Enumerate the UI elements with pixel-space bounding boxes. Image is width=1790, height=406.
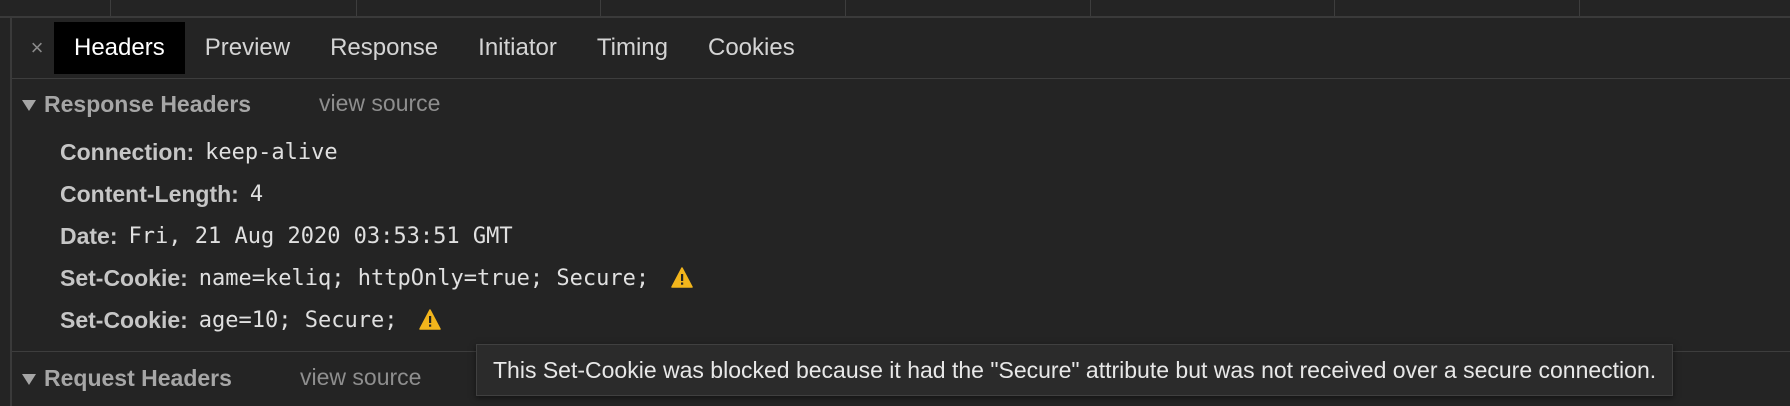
section-title: Response Headers [44, 90, 252, 117]
response-headers-toggle[interactable]: Response Headers [22, 87, 251, 121]
request-table-strip [0, 0, 1790, 18]
left-gutter[interactable] [0, 18, 12, 406]
triangle-down-icon [22, 373, 36, 385]
view-source-link[interactable]: view source [319, 90, 440, 117]
tab-timing[interactable]: Timing [577, 22, 688, 74]
request-headers-toggle[interactable]: Request Headers [22, 361, 232, 395]
header-row: Date: Fri, 21 Aug 2020 03:53:51 GMT [60, 219, 513, 253]
section-title: Request Headers [44, 364, 232, 391]
tab-headers[interactable]: Headers [54, 22, 185, 74]
header-value: name=keliq; httpOnly=true; Secure; [198, 265, 650, 291]
tab-preview[interactable]: Preview [185, 22, 310, 74]
column-divider [1090, 0, 1091, 16]
tab-initiator[interactable]: Initiator [458, 22, 577, 74]
warning-icon[interactable] [671, 267, 693, 289]
blocked-cookie-tooltip: This Set-Cookie was blocked because it h… [476, 344, 1674, 396]
view-source-link[interactable]: view source [300, 364, 421, 391]
tab-response[interactable]: Response [310, 22, 458, 74]
devtools-network-panel: × Headers Preview Response Initiator Tim… [0, 0, 1790, 406]
header-name: Set-Cookie: [60, 264, 188, 291]
header-value: 4 [249, 181, 264, 207]
header-name: Date: [60, 222, 118, 249]
header-name: Content-Length: [60, 180, 239, 207]
header-row: Set-Cookie: age=10; Secure; [60, 303, 442, 337]
tooltip-text: This Set-Cookie was blocked because it h… [493, 356, 1657, 383]
header-name: Connection: [60, 138, 195, 165]
column-divider [356, 0, 357, 16]
header-value: Fri, 21 Aug 2020 03:53:51 GMT [128, 223, 513, 249]
column-divider [1579, 0, 1580, 16]
header-row: Content-Length: 4 [60, 177, 263, 211]
column-divider [600, 0, 601, 16]
header-value: keep-alive [205, 139, 338, 165]
header-row: Set-Cookie: name=keliq; httpOnly=true; S… [60, 261, 693, 295]
header-row: Connection: keep-alive [60, 135, 338, 169]
column-divider [845, 0, 846, 16]
header-value: age=10; Secure; [198, 307, 398, 333]
warning-icon[interactable] [419, 309, 442, 331]
triangle-down-icon [22, 99, 36, 111]
column-divider [1334, 0, 1335, 16]
column-divider [110, 0, 111, 16]
details-tab-bar: × Headers Preview Response Initiator Tim… [12, 18, 1790, 79]
close-icon[interactable]: × [20, 22, 54, 74]
header-name: Set-Cookie: [60, 306, 188, 333]
tab-cookies[interactable]: Cookies [688, 22, 815, 74]
